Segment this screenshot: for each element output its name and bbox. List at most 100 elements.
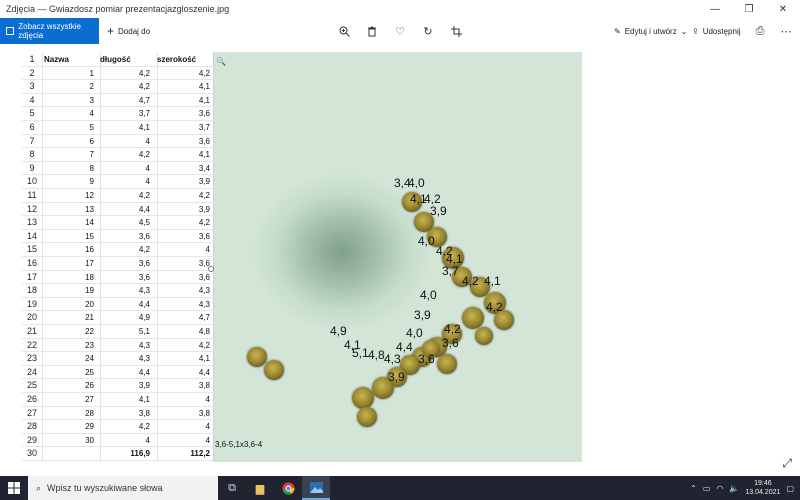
table-cell: 1 [89, 68, 94, 78]
system-tray: ⌃ ▭ ◠ 🔈 19:46 13.04.2021 ▢ [690, 476, 800, 500]
measurement-label: 3,6 [442, 336, 459, 350]
measurement-label: 4,2 [444, 322, 461, 336]
row-number: 5 [29, 108, 35, 119]
table-cell: 3,7 [138, 109, 150, 119]
row-number: 10 [26, 176, 37, 187]
restore-icon[interactable]: ❐ [732, 0, 766, 18]
search-icon: ⌕ [36, 482, 42, 493]
photo-viewer: 1 2 3 4 5 6 7 8 9 10 11 12 13 14 15 16 17 18 19 20 21 22 23 24 2… [0, 44, 800, 476]
spreadsheet-screenshot: 1 2 3 4 5 6 7 8 9 10 11 12 13 14 15 16 17 18 19 20 21 22 23 24 2… [22, 52, 214, 462]
table-cell: 18 [85, 272, 94, 282]
table-cell: 3,6 [198, 259, 210, 268]
photo-collection-icon [6, 27, 15, 35]
table-cell: 4,4 [138, 299, 150, 309]
fullscreen-icon[interactable]: ⤢ [782, 456, 792, 471]
clock[interactable]: 19:46 13.04.2021 [745, 479, 780, 497]
close-icon[interactable]: ✕ [766, 0, 800, 18]
measurement-label: 4,2 [486, 300, 503, 314]
table-cell: 8 [89, 163, 94, 173]
zoom-icon[interactable] [336, 23, 352, 39]
table-cell: 30 [85, 435, 94, 445]
table-cell: 28 [85, 408, 94, 418]
row-number: 16 [26, 258, 37, 268]
notifications-icon[interactable]: ▢ [786, 484, 794, 493]
row-number: 17 [26, 271, 37, 282]
more-options-icon[interactable]: ⋯ [778, 23, 794, 39]
delete-icon[interactable] [364, 23, 380, 39]
crop-icon[interactable] [448, 23, 464, 39]
chevron-down-icon: ⌄ [680, 26, 688, 36]
column-header: Nazwa [44, 55, 69, 64]
measurement-label: 4,0 [408, 176, 425, 190]
add-to-button[interactable]: + Dodaj do [107, 24, 150, 38]
table-cell: 4,2 [198, 340, 210, 350]
photo-image[interactable]: 1 2 3 4 5 6 7 8 9 10 11 12 13 14 15 16 17 18 19 20 21 22 23 24 2… [22, 52, 582, 462]
table-cell: 23 [85, 340, 94, 350]
row-number: 7 [29, 135, 35, 146]
row-number: 6 [29, 122, 35, 132]
row-number: 27 [26, 407, 37, 418]
chrome-icon[interactable] [274, 476, 302, 500]
taskbar-search[interactable]: ⌕ Wpisz tu wyszukiwane słowa [28, 476, 218, 500]
print-icon[interactable]: ⎙ [752, 23, 768, 39]
row-number: 23 [26, 353, 37, 364]
table-cell: 4,1 [198, 95, 210, 105]
table-cell: 3,7 [198, 123, 210, 132]
table-cell: 19 [85, 286, 94, 296]
minimize-icon[interactable]: — [698, 0, 732, 18]
table-cell: 7 [89, 150, 94, 160]
row-number: 11 [27, 190, 37, 200]
table-cell: 4,2 [138, 68, 150, 78]
table-cell: 3,6 [198, 109, 210, 119]
heart-icon[interactable]: ♡ [392, 23, 408, 39]
table-cell: 4,2 [138, 150, 150, 160]
network-icon[interactable]: ◠ [716, 484, 723, 493]
start-button[interactable] [0, 476, 28, 500]
table-cell: 3,9 [198, 204, 210, 214]
chevron-up-icon[interactable]: ⌃ [690, 484, 697, 493]
table-cell: 21 [85, 313, 94, 323]
table-cell: 9 [89, 177, 94, 187]
table-cell: 4,2 [198, 191, 210, 200]
table-cell: 3 [89, 95, 94, 105]
taskbar: ⌕ Wpisz tu wyszukiwane słowa ⧉ ▆ ⌃ ▭ ◠ 🔈… [0, 476, 800, 500]
measurement-label: 4,9 [330, 324, 347, 338]
table-cell: 3,4 [198, 163, 210, 173]
file-explorer-icon[interactable]: ▆ [246, 476, 274, 500]
edit-icon: ✎ [614, 26, 621, 36]
table-cell: 3,6 [198, 231, 210, 241]
table-cell: 4 [145, 435, 150, 445]
spore-image [357, 407, 377, 427]
table-cell: 29 [85, 422, 94, 432]
row-number: 2 [29, 67, 35, 78]
table-cell: 12 [85, 191, 94, 200]
table-cell: 4,7 [138, 95, 150, 105]
task-view-icon[interactable]: ⧉ [218, 476, 246, 500]
edit-create-button[interactable]: ✎ Edytuj i utwórz ⌄ [614, 18, 687, 44]
table-cell: 4,9 [138, 313, 150, 323]
table-cell: 116,9 [130, 449, 150, 459]
table-cell: 17 [85, 259, 94, 268]
table-cell: 4 [205, 245, 210, 255]
table-cell: 4 [89, 109, 94, 119]
row-number: 9 [29, 162, 35, 173]
row-number: 20 [26, 312, 37, 323]
table-cell: 3,6 [198, 136, 210, 146]
table-cell: 5,1 [138, 327, 150, 336]
share-label: Udostępnij [702, 26, 741, 36]
measurement-label: 3,9 [414, 308, 431, 322]
table-cell: 25 [85, 367, 94, 377]
measurement-label: 4,8 [368, 348, 385, 362]
table-cell: 3,6 [198, 272, 210, 282]
rotate-icon[interactable]: ↻ [420, 23, 436, 39]
photos-app-icon[interactable] [302, 476, 330, 500]
battery-icon[interactable]: ▭ [703, 484, 711, 493]
range-note: 3,6-5,1x3,6-4 [215, 440, 263, 449]
share-button[interactable]: ⇪ Udostępnij [692, 18, 741, 44]
volume-icon[interactable]: 🔈 [729, 484, 739, 493]
row-number: 4 [29, 94, 35, 105]
measurement-label: 4,4 [396, 340, 413, 354]
see-all-photos-button[interactable]: Zobacz wszystkie zdjęcia [0, 18, 99, 44]
table-cell: 4,4 [198, 367, 210, 377]
title-bar: Zdjęcia — Gwiazdosz pomiar prezentacjazg… [0, 0, 800, 18]
